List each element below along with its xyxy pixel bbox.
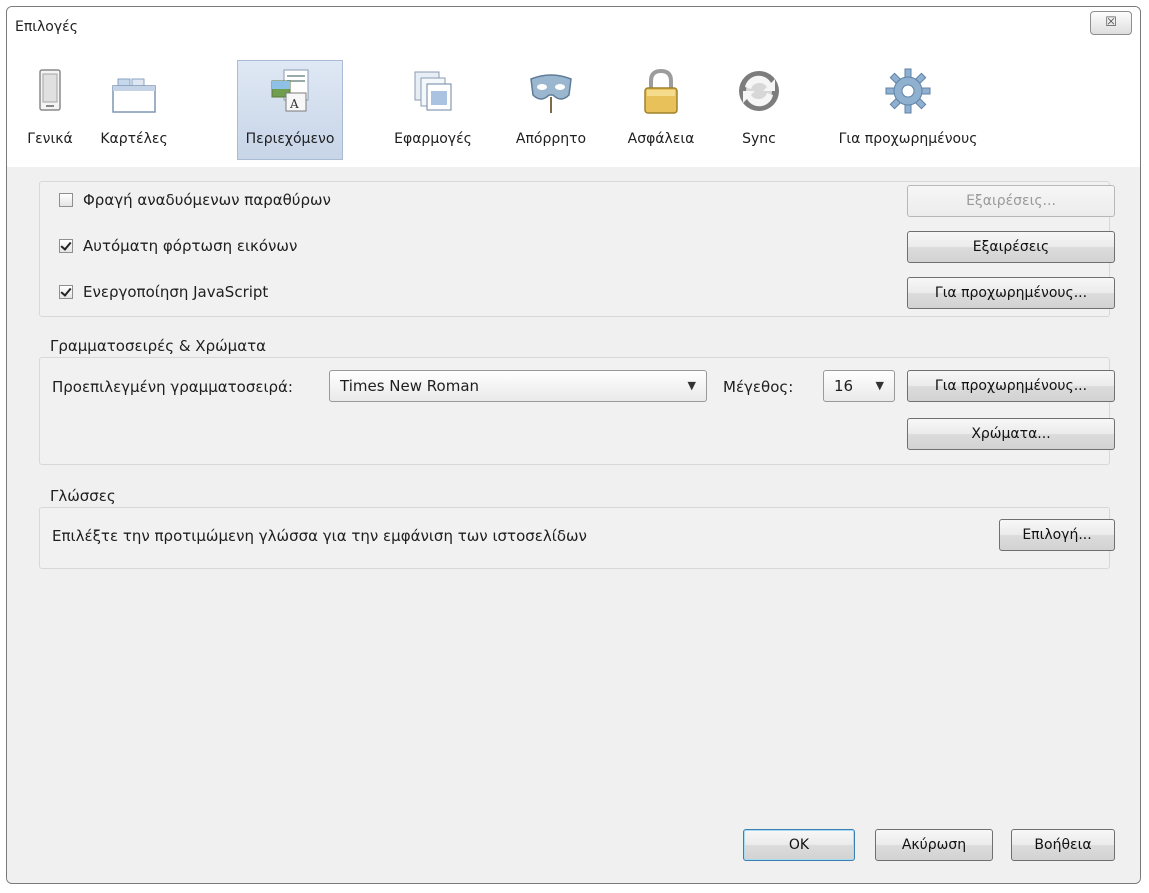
javascript-option[interactable]: Ενεργοποίηση JavaScript — [59, 283, 268, 301]
tab-advanced[interactable]: Για προχωρημένους — [815, 61, 1001, 161]
block-popups-label: Φραγή αναδυόμενων παραθύρων — [83, 191, 331, 209]
tab-label: Για προχωρημένους — [838, 131, 978, 147]
languages-legend: Γλώσσες — [50, 487, 116, 505]
lock-icon — [644, 68, 678, 114]
block-popups-checkbox[interactable] — [59, 193, 73, 207]
fonts-advanced-button[interactable]: Για προχωρημένους... — [907, 370, 1115, 402]
tab-sync[interactable]: Sync — [733, 61, 785, 161]
fonts-colors-legend: Γραμματοσειρές & Χρώματα — [50, 337, 267, 355]
tab-label: Περιεχόμενο — [245, 131, 335, 147]
javascript-label: Ενεργοποίηση JavaScript — [83, 283, 269, 301]
tab-privacy[interactable]: Απόρρητο — [499, 61, 603, 161]
popup-exceptions-button[interactable]: Εξαιρέσεις... — [907, 185, 1115, 217]
languages-description: Επιλέξτε την προτιμώμενη γλώσσα για την … — [52, 527, 587, 545]
tab-label: Γενικά — [27, 131, 73, 147]
window-title: Επιλογές — [15, 19, 78, 35]
default-font-select[interactable]: Times New Roman ▼ — [329, 370, 707, 402]
ok-button[interactable]: OK — [743, 829, 855, 861]
tab-security[interactable]: Ασφάλεια — [613, 61, 709, 161]
choose-language-button[interactable]: Επιλογή... — [999, 519, 1115, 551]
default-font-value: Times New Roman — [340, 377, 480, 395]
sync-icon — [739, 71, 779, 111]
help-button[interactable]: Βοήθεια — [1011, 829, 1115, 861]
chevron-down-icon: ▼ — [687, 379, 696, 392]
gear-icon — [885, 68, 931, 114]
image-exceptions-button[interactable]: Εξαιρέσεις — [907, 231, 1115, 263]
default-font-label: Προεπιλεγμένη γραμματοσειρά: — [52, 378, 293, 396]
general-icon — [39, 69, 61, 111]
tab-label: Απόρρητο — [515, 131, 587, 147]
colors-button[interactable]: Χρώματα... — [907, 418, 1115, 450]
cancel-button[interactable]: Ακύρωση — [875, 829, 993, 861]
load-images-label: Αυτόματη φόρτωση εικόνων — [83, 237, 298, 255]
content-panel: Φραγή αναδυόμενων παραθύρων Εξαιρέσεις..… — [7, 167, 1140, 883]
tab-tabs[interactable]: Καρτέλες — [89, 61, 179, 161]
options-window: Επιλογές ☒ Γενικά Καρτέλες A Περιεχόμενο… — [6, 6, 1141, 884]
tab-applications[interactable]: Εφαρμογές — [383, 61, 483, 161]
privacy-mask-icon — [530, 74, 572, 113]
tab-content[interactable]: A Περιεχόμενο — [237, 60, 343, 160]
chevron-down-icon: ▼ — [875, 379, 884, 392]
load-images-option[interactable]: Αυτόματη φόρτωση εικόνων — [59, 237, 297, 255]
content-icon: A — [271, 69, 309, 112]
tab-general[interactable]: Γενικά — [19, 61, 81, 161]
load-images-checkbox[interactable] — [59, 239, 73, 253]
javascript-advanced-button[interactable]: Για προχωρημένους... — [907, 277, 1115, 309]
close-button[interactable]: ☒ — [1090, 11, 1132, 35]
javascript-checkbox[interactable] — [59, 285, 73, 299]
tab-label: Sync — [742, 131, 776, 147]
block-popups-option[interactable]: Φραγή αναδυόμενων παραθύρων — [59, 191, 331, 209]
font-size-select[interactable]: 16 ▼ — [823, 370, 895, 402]
tabs-icon — [112, 78, 156, 113]
tab-label: Εφαρμογές — [394, 131, 472, 147]
tab-label: Ασφάλεια — [627, 131, 695, 147]
applications-icon — [414, 71, 452, 111]
font-size-label: Μέγεθος: — [723, 378, 794, 396]
close-icon: ☒ — [1105, 15, 1117, 30]
tab-label: Καρτέλες — [100, 131, 168, 147]
font-size-value: 16 — [834, 377, 854, 395]
options-toolbar: Γενικά Καρτέλες A Περιεχόμενο Εφαρμογές … — [7, 47, 1140, 168]
title-bar: Επιλογές ☒ — [7, 7, 1140, 47]
svg-text:A: A — [289, 97, 299, 111]
